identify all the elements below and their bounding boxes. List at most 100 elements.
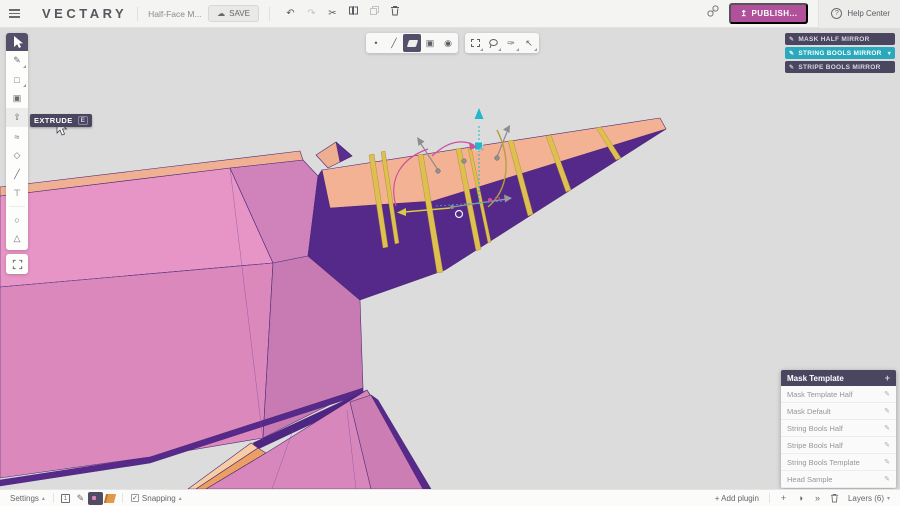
marquee-icon	[471, 39, 480, 47]
gizmo-node-4[interactable]	[480, 147, 484, 151]
delete-button[interactable]	[827, 492, 842, 505]
render-mode-button[interactable]: ◑	[793, 492, 808, 505]
settings-dropdown[interactable]: Settings ▴	[6, 494, 49, 503]
layers-label: Layers (6)	[848, 494, 884, 503]
gizmo-node-3[interactable]	[495, 156, 500, 161]
brush-select-button[interactable]: ✑	[502, 34, 520, 52]
layers-dropdown[interactable]: Layers (6) ▾	[844, 494, 894, 503]
brand-logo: VECTARY	[42, 6, 127, 21]
mask-half-mirror-button[interactable]: ✎ MASK HALF MIRROR	[785, 33, 895, 45]
pointer-select-button[interactable]: ↖	[520, 34, 538, 52]
add-object-button[interactable]: +	[776, 492, 791, 505]
caret-up-icon: ▴	[42, 495, 45, 502]
mirror-button-stack: ✎ MASK HALF MIRROR ✎ STRING BOOLS MIRROR…	[785, 33, 895, 75]
box-tool-button[interactable]: □	[6, 70, 28, 89]
list-item-label: String Bools Half	[787, 424, 843, 433]
select-tool-button[interactable]	[6, 33, 28, 51]
list-item-label: Mask Template Half	[787, 390, 853, 399]
pencil-icon[interactable]: ✎	[884, 475, 890, 483]
undo-icon[interactable]: ↶	[282, 4, 299, 24]
weld-tool-button[interactable]: ⊤	[6, 184, 28, 203]
pencil-icon: ✎	[789, 64, 794, 71]
pencil-icon[interactable]: ✎	[884, 390, 890, 398]
stripe-bools-mirror-button[interactable]: ✎ STRIPE BOOLS MIRROR	[785, 61, 895, 73]
list-item[interactable]: Stripe Bools Half ✎	[781, 437, 896, 454]
material-button[interactable]	[103, 492, 118, 505]
list-item[interactable]: Head Sample ✎	[781, 471, 896, 488]
divider	[53, 493, 54, 503]
snapping-toggle[interactable]: ✓ Snapping ▴	[127, 494, 186, 503]
menu-button[interactable]	[0, 0, 28, 28]
edge-icon: ╱	[391, 38, 396, 49]
triangle-primitive-button[interactable]: △	[6, 229, 28, 248]
list-item-label: String Bools Template	[787, 458, 860, 467]
gizmo-node-2[interactable]	[462, 159, 467, 164]
help-center-button[interactable]: ? Help Center	[818, 0, 900, 28]
cut-icon[interactable]: ✂	[324, 4, 341, 24]
vertex-select-button[interactable]: •	[367, 34, 385, 52]
string-bools-mirror-button[interactable]: ✎ STRING BOOLS MIRROR ▾	[785, 47, 895, 59]
mirror-icon[interactable]	[345, 4, 362, 24]
list-item[interactable]: String Bools Half ✎	[781, 420, 896, 437]
share-link-icon[interactable]	[703, 4, 723, 23]
sphere-primitive-button[interactable]: ○	[6, 210, 28, 229]
append-button[interactable]: »	[810, 492, 825, 505]
loop-tool-button[interactable]: ▣	[6, 89, 28, 108]
face-icon	[406, 40, 417, 47]
active-material-swatch[interactable]	[88, 492, 103, 505]
pen-tool-button[interactable]: ✎	[6, 51, 28, 70]
list-item[interactable]: String Bools Template ✎	[781, 454, 896, 471]
chevrons-icon: »	[815, 493, 820, 503]
publish-button[interactable]: ↥ PUBLISH...	[729, 3, 808, 24]
statusbar-right: + Add plugin + ◑ » Layers (6) ▾	[711, 492, 894, 505]
add-icon[interactable]: +	[885, 373, 890, 383]
edge-select-button[interactable]: ╱	[385, 34, 403, 52]
knife-tool-button[interactable]: ╱	[6, 165, 28, 184]
statusbar: Settings ▴ 1 ✎ ✓ Snapping ▴ + Add plugin…	[0, 489, 900, 506]
extrude-tool-button[interactable]: ⇧	[6, 108, 28, 127]
marquee-select-button[interactable]	[466, 34, 484, 52]
loop-icon: ▣	[13, 93, 22, 104]
component-select-group: • ╱ ▣ ◉	[366, 33, 458, 53]
pencil-icon[interactable]: ✎	[884, 424, 890, 432]
draw-mode-button[interactable]: ✎	[73, 492, 88, 505]
list-item[interactable]: Mask Template Half ✎	[781, 386, 896, 403]
bridge-tool-button[interactable]: ≈	[6, 127, 28, 146]
pencil-icon[interactable]: ✎	[884, 441, 890, 449]
gizmo-node-1[interactable]	[436, 169, 441, 174]
sphere-select-button[interactable]: ◉	[439, 34, 457, 52]
cloud-icon: ☁	[217, 9, 225, 18]
bevel-tool-button[interactable]: ◇	[6, 146, 28, 165]
delete-icon[interactable]	[387, 4, 404, 24]
trash-icon	[830, 493, 839, 503]
triangle-icon: △	[14, 233, 21, 244]
topbar-right: ↥ PUBLISH... ? Help Center	[703, 0, 900, 28]
swatch-color-dot	[92, 496, 96, 500]
copy-icon[interactable]	[366, 4, 383, 24]
mask-template-panel: Mask Template + Mask Template Half ✎ Mas…	[781, 370, 896, 488]
lasso-select-button[interactable]	[484, 34, 502, 52]
bridge-icon: ≈	[15, 132, 20, 142]
object-select-button[interactable]: ▣	[421, 34, 439, 52]
caret-down-icon: ▾	[887, 495, 890, 502]
expand-tool-button[interactable]	[6, 254, 28, 274]
app-root: { "topbar": { "brand": "VECTARY", "doc_t…	[0, 0, 900, 506]
viewport-3d[interactable]	[0, 0, 900, 506]
face-select-button[interactable]	[403, 34, 421, 52]
pencil-icon[interactable]: ✎	[884, 458, 890, 466]
redo-icon[interactable]: ↷	[303, 4, 320, 24]
checkbox-checked-icon[interactable]: ✓	[131, 494, 139, 502]
document-title[interactable]: Half-Face M...	[148, 9, 200, 19]
gizmo-node-5[interactable]	[450, 205, 454, 209]
pencil-icon[interactable]: ✎	[884, 407, 890, 415]
save-button[interactable]: ☁ SAVE	[208, 5, 259, 22]
plus-icon: +	[781, 493, 786, 503]
expand-icon	[12, 259, 23, 270]
gizmo-angle-marker	[488, 198, 492, 202]
frame-toggle-button[interactable]: 1	[58, 492, 73, 505]
hammer-icon: ⊤	[13, 188, 21, 199]
add-plugin-button[interactable]: + Add plugin	[711, 494, 763, 503]
publish-label: PUBLISH...	[752, 9, 798, 18]
panel-header[interactable]: Mask Template +	[781, 370, 896, 386]
list-item[interactable]: Mask Default ✎	[781, 403, 896, 420]
